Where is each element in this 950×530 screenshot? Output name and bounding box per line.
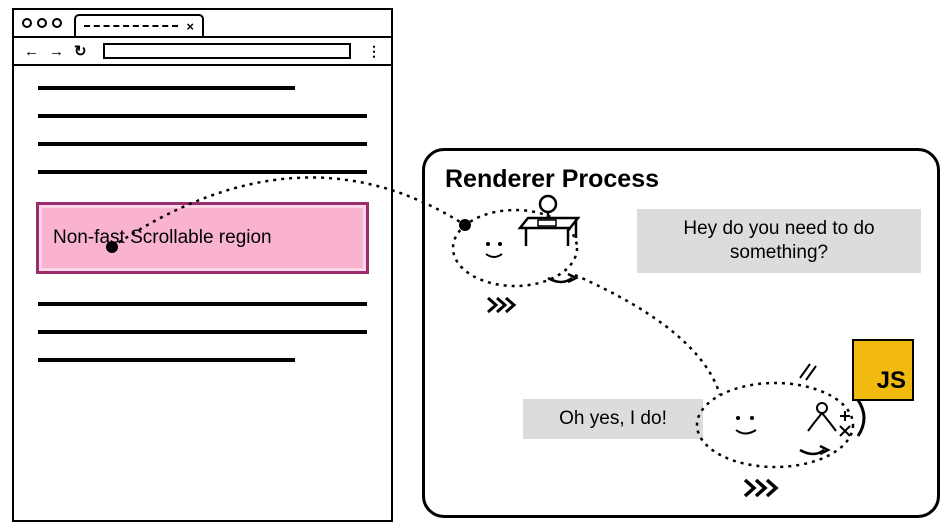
text-line [38,302,367,306]
reload-icon[interactable]: ↻ [74,42,87,60]
back-icon[interactable]: ← [24,43,39,60]
renderer-process-panel: Renderer Process Hey do you need to do s… [422,148,940,518]
window-dot-icon [37,18,47,28]
text-line [38,114,367,118]
panel-title: Renderer Process [445,165,917,194]
text-line [38,170,367,174]
non-fast-scrollable-region: Non-fast Scrollable region [36,202,369,274]
address-bar[interactable] [103,43,351,59]
window-dot-icon [52,18,62,28]
window-dot-icon [22,18,32,28]
js-label: JS [877,367,906,395]
text-line [38,358,295,362]
browser-tabbar: × [14,10,391,38]
close-icon[interactable]: × [186,19,194,34]
speech-bubble-question: Hey do you need to do something? [637,209,921,273]
browser-toolbar: ← → ↻ ⋮ [14,38,391,66]
text-line [38,142,367,146]
text-line [38,330,367,334]
region-label: Non-fast Scrollable region [53,227,272,248]
page-content: Non-fast Scrollable region [14,66,391,382]
speech-bubble-answer: Oh yes, I do! [523,399,703,439]
tab-title-placeholder [84,25,178,27]
forward-icon[interactable]: → [49,43,64,60]
browser-window: × ← → ↻ ⋮ Non-fast Scrollable region [12,8,393,522]
browser-tab[interactable]: × [74,14,204,36]
js-badge: JS [852,339,914,401]
window-controls [14,10,70,36]
menu-icon[interactable]: ⋮ [367,49,381,53]
text-line [38,86,295,90]
